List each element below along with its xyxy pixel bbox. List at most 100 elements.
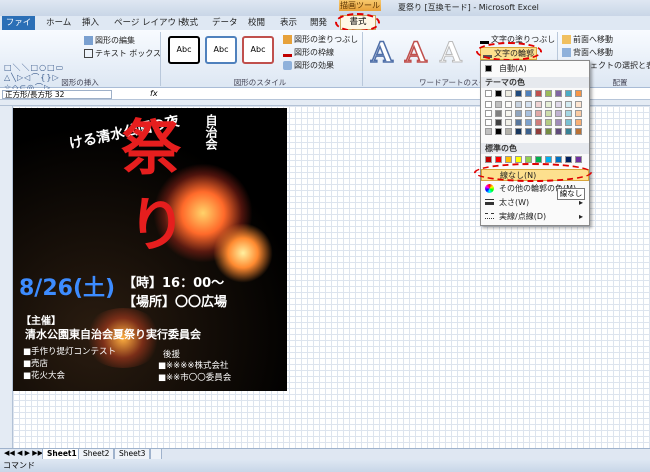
shape-style-1[interactable]: Abc <box>168 36 200 64</box>
theme-color-swatch[interactable] <box>565 110 572 117</box>
theme-color-swatch[interactable] <box>505 128 512 135</box>
poster-sponsors-list: ■※※※※株式会社 ■※※市〇〇委員会 <box>158 360 231 384</box>
standard-color-swatch[interactable] <box>505 156 512 163</box>
tab-file[interactable]: ファイル <box>2 16 35 42</box>
theme-color-swatch[interactable] <box>565 119 572 126</box>
theme-color-swatch[interactable] <box>535 110 542 117</box>
wordart-style-1[interactable]: A <box>370 35 393 70</box>
wordart-style-3[interactable]: A <box>440 36 463 70</box>
standard-color-swatch[interactable] <box>575 156 582 163</box>
edit-shape-button[interactable]: 図形の編集 <box>84 35 135 46</box>
festival-poster-shape[interactable]: 自治会 ける清水公園の夜 祭 り 8/26(土) 【時】16：00～ 【場所】〇… <box>13 108 287 391</box>
theme-color-swatch[interactable] <box>485 128 492 135</box>
standard-color-swatch[interactable] <box>485 156 492 163</box>
tab-formulas[interactable]: 数式 <box>181 16 198 30</box>
standard-color-swatch[interactable] <box>555 156 562 163</box>
theme-color-swatch[interactable] <box>495 90 502 97</box>
title-bar: 描画ツール 夏祭り [互換モード] - Microsoft Excel <box>0 0 650 16</box>
ribbon-tab-strip: ホーム 挿入 ページ レイアウト 数式 データ 校閲 表示 開発 <box>0 16 650 30</box>
theme-color-swatch[interactable] <box>545 110 552 117</box>
theme-color-swatch[interactable] <box>485 119 492 126</box>
theme-color-swatch[interactable] <box>535 101 542 108</box>
theme-color-swatch[interactable] <box>515 110 522 117</box>
bring-forward-button[interactable]: 前面へ移動 <box>562 34 613 45</box>
tab-review[interactable]: 校閲 <box>248 16 265 30</box>
highlight-ring-no-outline <box>474 163 592 182</box>
theme-color-swatch[interactable] <box>505 90 512 97</box>
theme-color-swatch[interactable] <box>555 119 562 126</box>
theme-color-swatch[interactable] <box>515 119 522 126</box>
theme-color-swatch[interactable] <box>525 101 532 108</box>
theme-color-swatch[interactable] <box>525 128 532 135</box>
standard-color-swatch[interactable] <box>535 156 542 163</box>
tab-page-layout[interactable]: ページ レイアウト <box>114 16 185 30</box>
standard-color-swatch[interactable] <box>525 156 532 163</box>
theme-color-swatch[interactable] <box>545 119 552 126</box>
theme-color-swatch[interactable] <box>555 128 562 135</box>
theme-color-swatch[interactable] <box>515 90 522 97</box>
tab-view[interactable]: 表示 <box>280 16 297 30</box>
theme-color-swatch[interactable] <box>545 101 552 108</box>
theme-color-swatch[interactable] <box>555 90 562 97</box>
sheet-nav-arrows-icon[interactable]: ◀◀ ◀ ▶ ▶▶ <box>4 449 43 457</box>
menu-item-auto[interactable]: 自動(A) <box>481 63 589 75</box>
name-box[interactable]: 正方形/長方形 32 <box>2 90 112 99</box>
standard-color-swatch[interactable] <box>565 156 572 163</box>
theme-color-swatch[interactable] <box>575 128 582 135</box>
theme-color-palette <box>485 90 585 138</box>
shape-style-3[interactable]: Abc <box>242 36 274 64</box>
theme-color-swatch[interactable] <box>515 128 522 135</box>
theme-color-swatch[interactable] <box>545 128 552 135</box>
theme-color-swatch[interactable] <box>575 101 582 108</box>
theme-color-swatch[interactable] <box>525 110 532 117</box>
shape-effects-button[interactable]: 図形の効果 <box>283 60 334 71</box>
theme-color-swatch[interactable] <box>495 119 502 126</box>
theme-color-swatch[interactable] <box>575 119 582 126</box>
poster-organizer: 清水公園東自治会夏祭り実行委員会 <box>25 328 201 341</box>
theme-color-swatch[interactable] <box>555 101 562 108</box>
theme-color-swatch[interactable] <box>535 119 542 126</box>
theme-color-swatch[interactable] <box>575 110 582 117</box>
theme-color-swatch[interactable] <box>565 90 572 97</box>
tab-developer[interactable]: 開発 <box>310 16 327 30</box>
tab-home[interactable]: ホーム <box>46 16 71 30</box>
shape-fill-button[interactable]: 図形の塗りつぶし <box>283 34 358 45</box>
theme-color-swatch[interactable] <box>565 128 572 135</box>
theme-color-swatch[interactable] <box>525 90 532 97</box>
ribbon-separator <box>160 32 161 86</box>
tab-data[interactable]: データ <box>212 16 238 30</box>
theme-color-swatch[interactable] <box>525 119 532 126</box>
shape-outline-button[interactable]: 図形の枠線 <box>283 47 334 58</box>
tab-insert[interactable]: 挿入 <box>82 16 99 30</box>
theme-color-swatch[interactable] <box>495 110 502 117</box>
theme-color-swatch[interactable] <box>565 101 572 108</box>
wordart-style-2[interactable]: A <box>404 35 427 70</box>
pen-icon <box>283 48 292 57</box>
theme-color-swatch[interactable] <box>555 110 562 117</box>
theme-color-swatch[interactable] <box>495 128 502 135</box>
menu-item-dashes[interactable]: 実線/点線(D) ▸ <box>481 211 589 223</box>
theme-color-swatch[interactable] <box>545 90 552 97</box>
theme-color-swatch[interactable] <box>505 119 512 126</box>
theme-color-swatch[interactable] <box>575 90 582 97</box>
theme-color-swatch[interactable] <box>535 128 542 135</box>
color-wheel-icon <box>485 184 494 193</box>
selection-pane-button[interactable]: ェクトの選択と表示 <box>590 60 650 71</box>
shape-style-2[interactable]: Abc <box>205 36 237 64</box>
theme-color-swatch[interactable] <box>485 101 492 108</box>
send-backward-button[interactable]: 背面へ移動 <box>562 47 613 58</box>
theme-color-swatch[interactable] <box>515 101 522 108</box>
submenu-arrow-icon: ▸ <box>578 212 583 221</box>
theme-color-swatch[interactable] <box>485 90 492 97</box>
standard-color-swatch[interactable] <box>515 156 522 163</box>
theme-color-swatch[interactable] <box>495 101 502 108</box>
theme-color-swatch[interactable] <box>505 101 512 108</box>
text-box-button[interactable]: テキスト ボックス <box>84 48 161 59</box>
bring-forward-icon <box>562 35 571 44</box>
theme-color-swatch[interactable] <box>485 110 492 117</box>
theme-color-swatch[interactable] <box>505 110 512 117</box>
standard-color-swatch[interactable] <box>495 156 502 163</box>
standard-color-swatch[interactable] <box>545 156 552 163</box>
poster-event-item: ■売店 <box>23 359 49 369</box>
theme-color-swatch[interactable] <box>535 90 542 97</box>
